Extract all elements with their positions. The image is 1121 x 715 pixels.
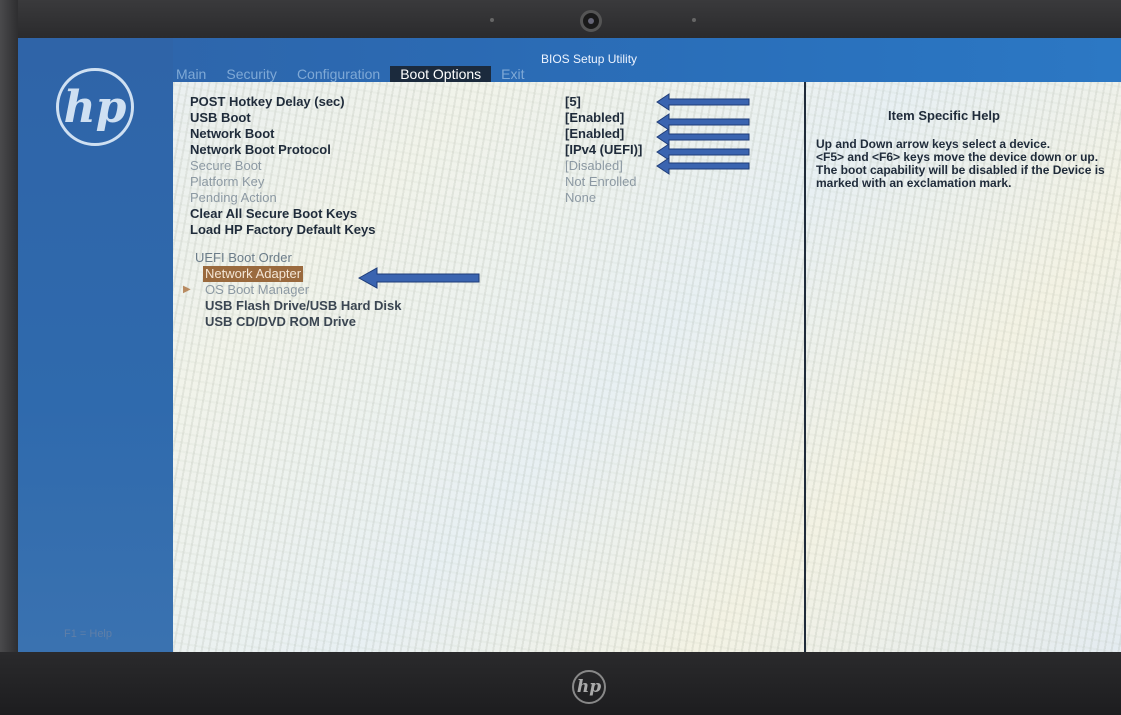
boot-device-network-adapter[interactable]: Network Adapter bbox=[203, 266, 304, 282]
annotation-arrow-icon bbox=[656, 128, 750, 146]
hp-logo: hp bbox=[56, 68, 134, 146]
hp-bezel-logo: hp bbox=[572, 670, 606, 704]
value-pending-action: None bbox=[565, 190, 597, 205]
value-secure-boot: [Disabled] bbox=[565, 158, 623, 173]
value-platform-key: Not Enrolled bbox=[565, 174, 637, 189]
annotation-arrow-icon bbox=[656, 157, 750, 175]
laptop-bezel-top bbox=[0, 0, 1121, 40]
annotation-arrow-icon bbox=[656, 93, 750, 111]
annotation-arrow-icon bbox=[656, 113, 750, 131]
setting-network-boot-protocol[interactable]: Network Boot Protocol bbox=[190, 142, 375, 158]
annotation-arrow-network-adapter bbox=[357, 267, 480, 289]
setting-post-hotkey-delay[interactable]: POST Hotkey Delay (sec) bbox=[190, 94, 375, 110]
menu-main[interactable]: Main bbox=[166, 66, 216, 82]
value-network-boot[interactable]: [Enabled] bbox=[565, 126, 642, 142]
menu-exit[interactable]: Exit bbox=[491, 66, 534, 82]
uefi-boot-order: UEFI Boot Order Network Adapter ▶ OS Boo… bbox=[183, 250, 402, 330]
f1-help-hint: F1 = Help bbox=[64, 628, 112, 640]
bios-title: BIOS Setup Utility bbox=[541, 52, 638, 66]
setting-secure-boot: Secure Boot bbox=[190, 158, 262, 173]
help-divider bbox=[804, 82, 806, 652]
bezel-sensor bbox=[490, 18, 494, 22]
settings-values: [5] [Enabled] [Enabled] [IPv4 (UEFI)] [D… bbox=[565, 94, 642, 206]
setting-usb-boot[interactable]: USB Boot bbox=[190, 110, 375, 126]
annotation-arrows bbox=[656, 93, 750, 175]
boot-device-usb-cd-dvd[interactable]: USB CD/DVD ROM Drive bbox=[195, 314, 402, 330]
help-text: Up and Down arrow keys select a device. … bbox=[816, 137, 1105, 190]
menu-boot-options[interactable]: Boot Options bbox=[390, 66, 492, 82]
menu-configuration[interactable]: Configuration bbox=[287, 66, 390, 82]
value-usb-boot[interactable]: [Enabled] bbox=[565, 110, 642, 126]
boot-order-title: UEFI Boot Order bbox=[195, 250, 292, 265]
annotation-arrow-icon bbox=[357, 267, 480, 289]
bios-screen: hp BIOS Setup Utility Main Security Conf… bbox=[18, 38, 1121, 652]
setting-network-boot[interactable]: Network Boot bbox=[190, 126, 375, 142]
setting-clear-secure-boot-keys[interactable]: Clear All Secure Boot Keys bbox=[190, 206, 375, 222]
laptop-bezel-bottom bbox=[0, 652, 1121, 715]
laptop-bezel-left bbox=[0, 0, 18, 715]
value-post-hotkey-delay[interactable]: [5] bbox=[565, 94, 642, 110]
annotation-arrow-icon bbox=[656, 143, 750, 161]
boot-device-usb-flash[interactable]: USB Flash Drive/USB Hard Disk bbox=[195, 298, 402, 314]
bezel-sensor bbox=[692, 18, 696, 22]
menu-security[interactable]: Security bbox=[216, 66, 287, 82]
value-network-boot-protocol[interactable]: [IPv4 (UEFI)] bbox=[565, 142, 642, 158]
setting-pending-action: Pending Action bbox=[190, 190, 277, 205]
bios-menu-bar: Main Security Configuration Boot Options… bbox=[166, 66, 535, 82]
pointer-triangle-icon: ▶ bbox=[183, 284, 191, 295]
webcam-icon bbox=[580, 10, 602, 32]
setting-platform-key: Platform Key bbox=[190, 174, 265, 189]
settings-list: POST Hotkey Delay (sec) USB Boot Network… bbox=[190, 94, 375, 238]
setting-load-hp-default-keys[interactable]: Load HP Factory Default Keys bbox=[190, 222, 375, 238]
help-title: Item Specific Help bbox=[888, 108, 1000, 123]
